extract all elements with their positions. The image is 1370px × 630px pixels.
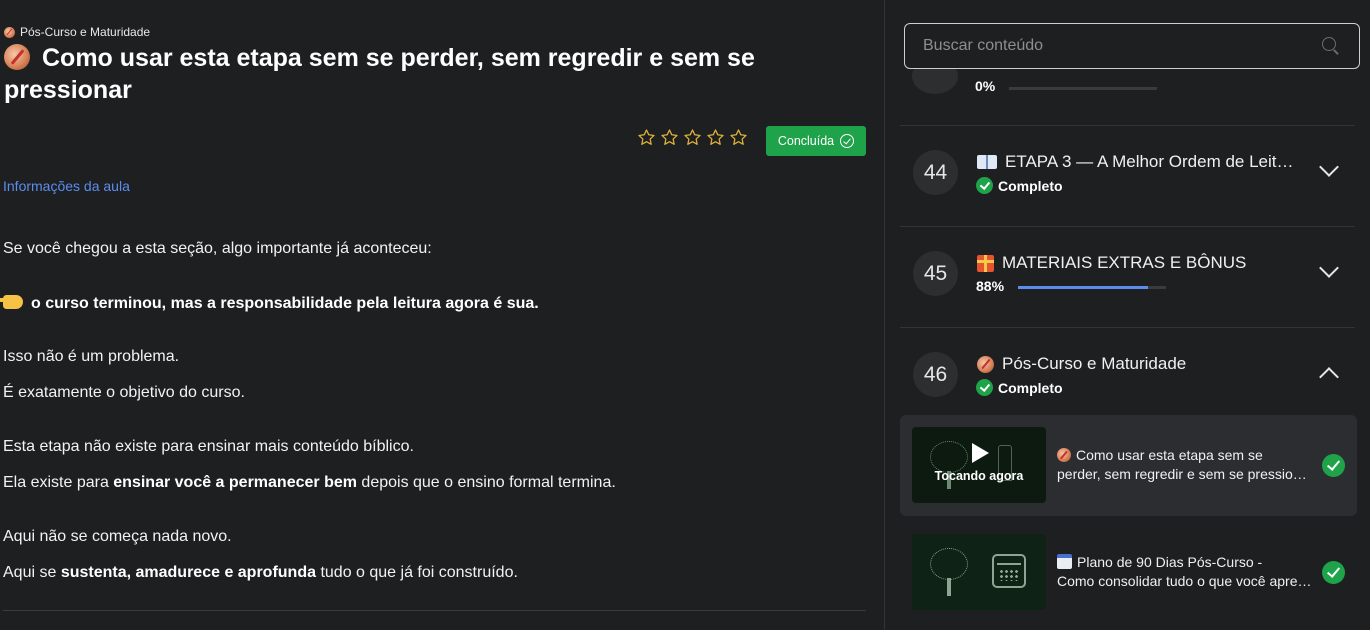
breadcrumb: Pós-Curso e Maturidade bbox=[4, 25, 150, 39]
completed-button[interactable]: Concluída bbox=[766, 126, 866, 156]
divider bbox=[3, 610, 866, 611]
lesson-thumbnail: Tocando agora bbox=[912, 427, 1046, 503]
lesson-title: Como usar esta etapa sem se perder, sem … bbox=[1057, 446, 1312, 484]
paragraph-text: Aqui se bbox=[3, 564, 61, 581]
course-sidebar: 0% Buscar conteúdo 44 ETAPA 3 — A Melhor… bbox=[884, 0, 1370, 630]
chevron-down-icon[interactable] bbox=[1319, 258, 1339, 278]
paragraph: Isso não é um problema. bbox=[3, 348, 180, 365]
lesson-title-line: Como consolidar tudo o que você aprendeu bbox=[1057, 573, 1312, 589]
gift-icon bbox=[977, 254, 994, 272]
module-title: MATERIAIS EXTRAS E BÔNUS bbox=[977, 253, 1297, 273]
module-status: Completo bbox=[976, 379, 1063, 396]
lesson-title-line: perder, sem regredir e sem se pressionar bbox=[1057, 466, 1312, 482]
module-number-badge: 46 bbox=[913, 352, 958, 397]
search-icon[interactable] bbox=[1321, 36, 1341, 56]
paragraph-text: depois que o ensino formal termina. bbox=[356, 474, 616, 491]
lesson-item[interactable]: Plano de 90 Dias Pós-Curso - Como consol… bbox=[900, 528, 1357, 617]
module-title-text: MATERIAIS EXTRAS E BÔNUS bbox=[1002, 253, 1247, 272]
lesson-complete-icon bbox=[1322, 561, 1345, 584]
module-title-text: Pós-Curso e Maturidade bbox=[1002, 354, 1187, 373]
paragraph: É exatamente o objetivo do curso. bbox=[3, 384, 245, 401]
module-row-44[interactable]: 44 ETAPA 3 — A Melhor Ordem de Leitura d… bbox=[900, 126, 1355, 227]
module-row-45[interactable]: 45 MATERIAIS EXTRAS E BÔNUS 88% bbox=[900, 227, 1355, 328]
module-number-badge: 45 bbox=[913, 251, 958, 296]
paragraph-bold: ensinar você a permanecer bem bbox=[113, 474, 357, 491]
chevron-up-icon[interactable] bbox=[1319, 367, 1339, 387]
star-icon[interactable] bbox=[729, 128, 748, 147]
paragraph: Se você chegou a esta seção, algo import… bbox=[3, 240, 432, 257]
compass-icon bbox=[4, 26, 15, 38]
lesson-complete-icon bbox=[1322, 454, 1345, 477]
module-progress-bar bbox=[1009, 87, 1157, 90]
paragraph: Ela existe para ensinar você a permanece… bbox=[3, 474, 616, 492]
paragraph: Esta etapa não existe para ensinar mais … bbox=[3, 438, 414, 455]
pointing-hand-icon bbox=[0, 295, 23, 309]
search-input[interactable]: Buscar conteúdo bbox=[904, 23, 1360, 69]
module-status-label: Completo bbox=[998, 177, 1063, 194]
paragraph-bold: sustenta, amadurece e aprofunda bbox=[60, 564, 316, 581]
lesson-title: Plano de 90 Dias Pós-Curso - Como consol… bbox=[1057, 553, 1312, 591]
page-title-text: Como usar esta etapa sem se perder, sem … bbox=[4, 44, 755, 104]
module-status-label: Completo bbox=[998, 379, 1063, 396]
star-icon[interactable] bbox=[637, 128, 656, 147]
module-number-badge: 44 bbox=[913, 150, 958, 195]
module-status: Completo bbox=[976, 177, 1063, 194]
star-icon[interactable] bbox=[706, 128, 725, 147]
play-icon bbox=[972, 443, 989, 463]
lesson-item-active[interactable]: Tocando agora Como usar esta etapa sem s… bbox=[900, 415, 1357, 516]
module-progress-label: 88% bbox=[976, 278, 1005, 294]
completed-button-label: Concluída bbox=[777, 134, 835, 148]
book-icon bbox=[977, 155, 997, 169]
module-row-46[interactable]: 46 Pós-Curso e Maturidade Completo bbox=[900, 328, 1355, 414]
module-title: Pós-Curso e Maturidade bbox=[977, 354, 1297, 374]
paragraph: Aqui se sustenta, amadurece e aprofunda … bbox=[3, 564, 518, 582]
module-title: ETAPA 3 — A Melhor Ordem de Leitura da B… bbox=[977, 152, 1297, 172]
paragraph-text: Ela existe para bbox=[3, 474, 114, 491]
search-placeholder: Buscar conteúdo bbox=[923, 37, 1044, 54]
lesson-title-line: Como usar esta etapa sem se bbox=[1076, 447, 1263, 463]
module-title-text: ETAPA 3 — A Melhor Ordem de Leitura da B… bbox=[1005, 152, 1297, 171]
check-circle-icon bbox=[976, 379, 993, 396]
paragraph: Aqui não se começa nada novo. bbox=[3, 528, 232, 545]
paragraph: o curso terminou, mas a responsabilidade… bbox=[0, 295, 539, 313]
module-progress-label: 0% bbox=[975, 78, 996, 94]
page-title: Como usar esta etapa sem se perder, sem … bbox=[4, 42, 824, 106]
calendar-icon bbox=[1057, 554, 1072, 569]
star-icon[interactable] bbox=[683, 128, 702, 147]
breadcrumb-label: Pós-Curso e Maturidade bbox=[20, 25, 151, 39]
lesson-thumbnail bbox=[912, 534, 1046, 610]
compass-icon bbox=[977, 355, 994, 373]
star-icon[interactable] bbox=[660, 128, 679, 147]
chevron-down-icon[interactable] bbox=[1319, 157, 1339, 177]
paragraph-bold: o curso terminou, mas a responsabilidade… bbox=[31, 295, 539, 312]
check-circle-icon bbox=[976, 177, 993, 194]
module-progress-fill bbox=[1018, 286, 1149, 289]
calendar-icon bbox=[992, 554, 1026, 588]
lesson-title-line: Plano de 90 Dias Pós-Curso - bbox=[1077, 554, 1263, 570]
compass-icon bbox=[4, 44, 30, 70]
lesson-info-link[interactable]: Informações da aula bbox=[3, 178, 130, 194]
module-progress-bar bbox=[1018, 286, 1166, 289]
paragraph-text: tudo o que já foi construído. bbox=[316, 564, 518, 581]
tree-icon bbox=[930, 441, 968, 491]
compass-icon bbox=[1057, 448, 1071, 462]
now-playing-label: Tocando agora bbox=[934, 469, 1024, 483]
rating-stars bbox=[637, 128, 748, 147]
lesson-main: Pós-Curso e Maturidade Como usar esta et… bbox=[0, 0, 884, 630]
check-circle-icon bbox=[840, 134, 855, 148]
tree-icon bbox=[930, 548, 968, 598]
